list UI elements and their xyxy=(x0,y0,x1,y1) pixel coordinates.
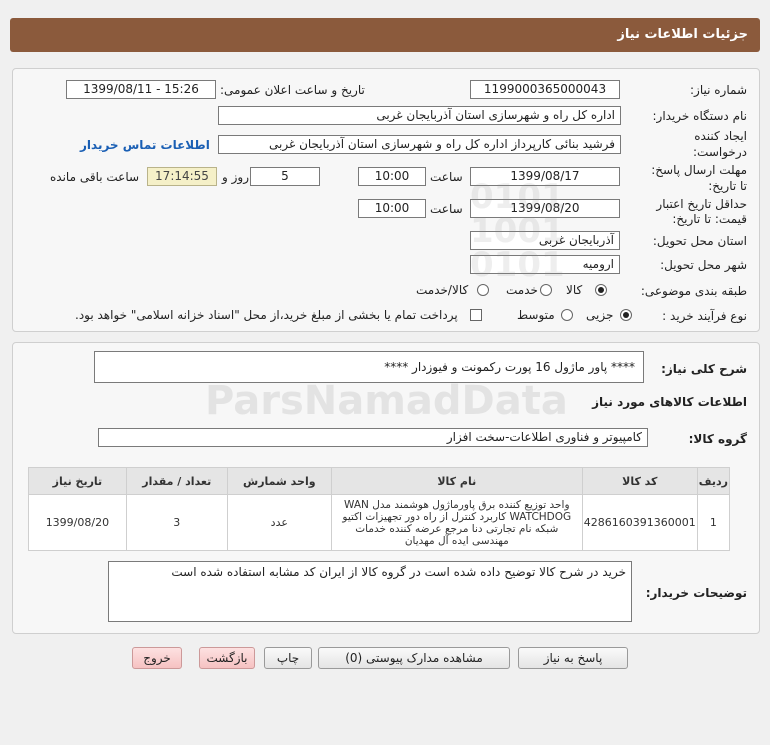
announce-field: 1399/08/11 - 15:26 xyxy=(66,80,216,99)
watermark-numbers: 0101 1001 0101 xyxy=(470,177,565,285)
goods-group-label: گروه کالا: xyxy=(688,432,747,446)
table-row: 1 4286160391360001 واحد توزیع کننده برق … xyxy=(28,494,731,551)
reply-time-label: ساعت xyxy=(430,170,463,184)
cell-qty: 3 xyxy=(125,494,228,551)
category-option-goods: کالا xyxy=(566,283,583,297)
buyer-notes-label: توضیحات خریدار: xyxy=(645,586,747,600)
buyer-notes-text: خرید در شرح کالا توضیح داده شده است در گ… xyxy=(171,565,626,579)
validity-label-1: حداقل تاریخ اعتبار xyxy=(656,197,747,211)
remaining-time-badge: 17:14:55 xyxy=(147,167,217,186)
exit-button[interactable]: خروج xyxy=(132,647,182,669)
province-label: استان محل تحویل: xyxy=(652,234,747,248)
process-radio-medium[interactable] xyxy=(561,309,573,321)
remaining-time-label: ساعت باقی مانده xyxy=(50,170,140,184)
table-header-row: ردیف کد کالا نام کالا واحد شمارش تعداد /… xyxy=(28,467,731,495)
need-number-label: شماره نیاز: xyxy=(690,83,747,97)
cell-code: 4286160391360001 xyxy=(581,494,698,551)
buyer-org-label: نام دستگاه خریدار: xyxy=(652,109,748,123)
category-radio-goods[interactable] xyxy=(595,284,607,296)
goods-section-title: اطلاعات کالاهای مورد نیاز xyxy=(592,395,747,409)
category-label: طبقه بندی موضوعی: xyxy=(640,284,747,298)
reply-deadline-label-1: مهلت ارسال پاسخ: xyxy=(651,163,747,177)
validity-time-label: ساعت xyxy=(430,202,463,216)
watermark-brand: ParsNamadData xyxy=(205,378,568,424)
category-option-service: خدمت xyxy=(506,283,538,297)
description-text: **** پاور ماژول 16 پورت رکمونت و فیوزدار… xyxy=(384,360,635,374)
validity-time-field: 10:00 xyxy=(358,199,426,218)
announce-label: تاریخ و ساعت اعلان عمومی: xyxy=(220,83,365,97)
days-field: 5 xyxy=(250,167,320,186)
cell-index: 1 xyxy=(696,494,731,551)
items-table: ردیف کد کالا نام کالا واحد شمارش تعداد /… xyxy=(28,467,731,551)
treasury-payment-checkbox[interactable] xyxy=(470,309,482,321)
col-header-name: نام کالا xyxy=(330,467,583,495)
goods-group-field: کامپیوتر و فناوری اطلاعات-سخت افزار xyxy=(98,428,648,447)
category-radio-goods-service[interactable] xyxy=(477,284,489,296)
cell-unit: عدد xyxy=(226,494,332,551)
buyer-notes-field: خرید در شرح کالا توضیح داده شده است در گ… xyxy=(108,561,632,622)
buyer-org-field: اداره کل راه و شهرسازی استان آذربایجان غ… xyxy=(218,106,621,125)
cell-date: 1399/08/20 xyxy=(28,494,127,551)
view-documents-button[interactable]: مشاهده مدارک پیوستی (0) xyxy=(318,647,510,669)
col-header-unit: واحد شمارش xyxy=(226,467,332,495)
reply-deadline-label-2: تا تاریخ: xyxy=(708,179,747,193)
description-label: شرح کلی نیاز: xyxy=(661,362,747,376)
process-radio-minor[interactable] xyxy=(620,309,632,321)
reply-time-field: 10:00 xyxy=(358,167,426,186)
process-label: نوع فرآیند خرید : xyxy=(662,309,747,323)
contact-buyer-link[interactable]: اطلاعات تماس خریدار xyxy=(80,138,210,152)
treasury-payment-note: پرداخت تمام یا بخشی از مبلغ خرید،از محل … xyxy=(75,308,458,322)
days-label: روز و xyxy=(222,170,249,184)
creator-label-1: ایجاد کننده xyxy=(694,129,747,143)
category-option-goods-service: کالا/خدمت xyxy=(416,283,469,297)
print-button[interactable]: چاپ xyxy=(264,647,312,669)
process-option-minor: جزیی xyxy=(586,308,614,322)
col-header-index: ردیف xyxy=(696,467,731,495)
page-title: جزئیات اطلاعات نیاز xyxy=(617,27,748,42)
col-header-date: تاریخ نیاز xyxy=(28,467,127,495)
items-table-wrapper: ردیف کد کالا نام کالا واحد شمارش تعداد /… xyxy=(28,467,731,551)
page-header: جزئیات اطلاعات نیاز xyxy=(10,18,760,52)
cell-name: واحد توزیع کننده برق پاورماژول هوشمند مد… xyxy=(330,494,583,551)
creator-field: فرشید بنائی کارپرداز اداره کل راه و شهرس… xyxy=(218,135,621,154)
col-header-qty: تعداد / مقدار xyxy=(125,467,228,495)
category-radio-service[interactable] xyxy=(540,284,552,296)
col-header-code: کد کالا xyxy=(581,467,698,495)
reply-button[interactable]: پاسخ به نیاز xyxy=(518,647,628,669)
back-button[interactable]: بازگشت xyxy=(199,647,255,669)
need-number-field: 1199000365000043 xyxy=(470,80,620,99)
city-label: شهر محل تحویل: xyxy=(660,258,747,272)
validity-label-2: قیمت: تا تاریخ: xyxy=(672,212,747,226)
creator-label-2: درخواست: xyxy=(693,145,747,159)
process-option-medium: متوسط xyxy=(517,308,555,322)
